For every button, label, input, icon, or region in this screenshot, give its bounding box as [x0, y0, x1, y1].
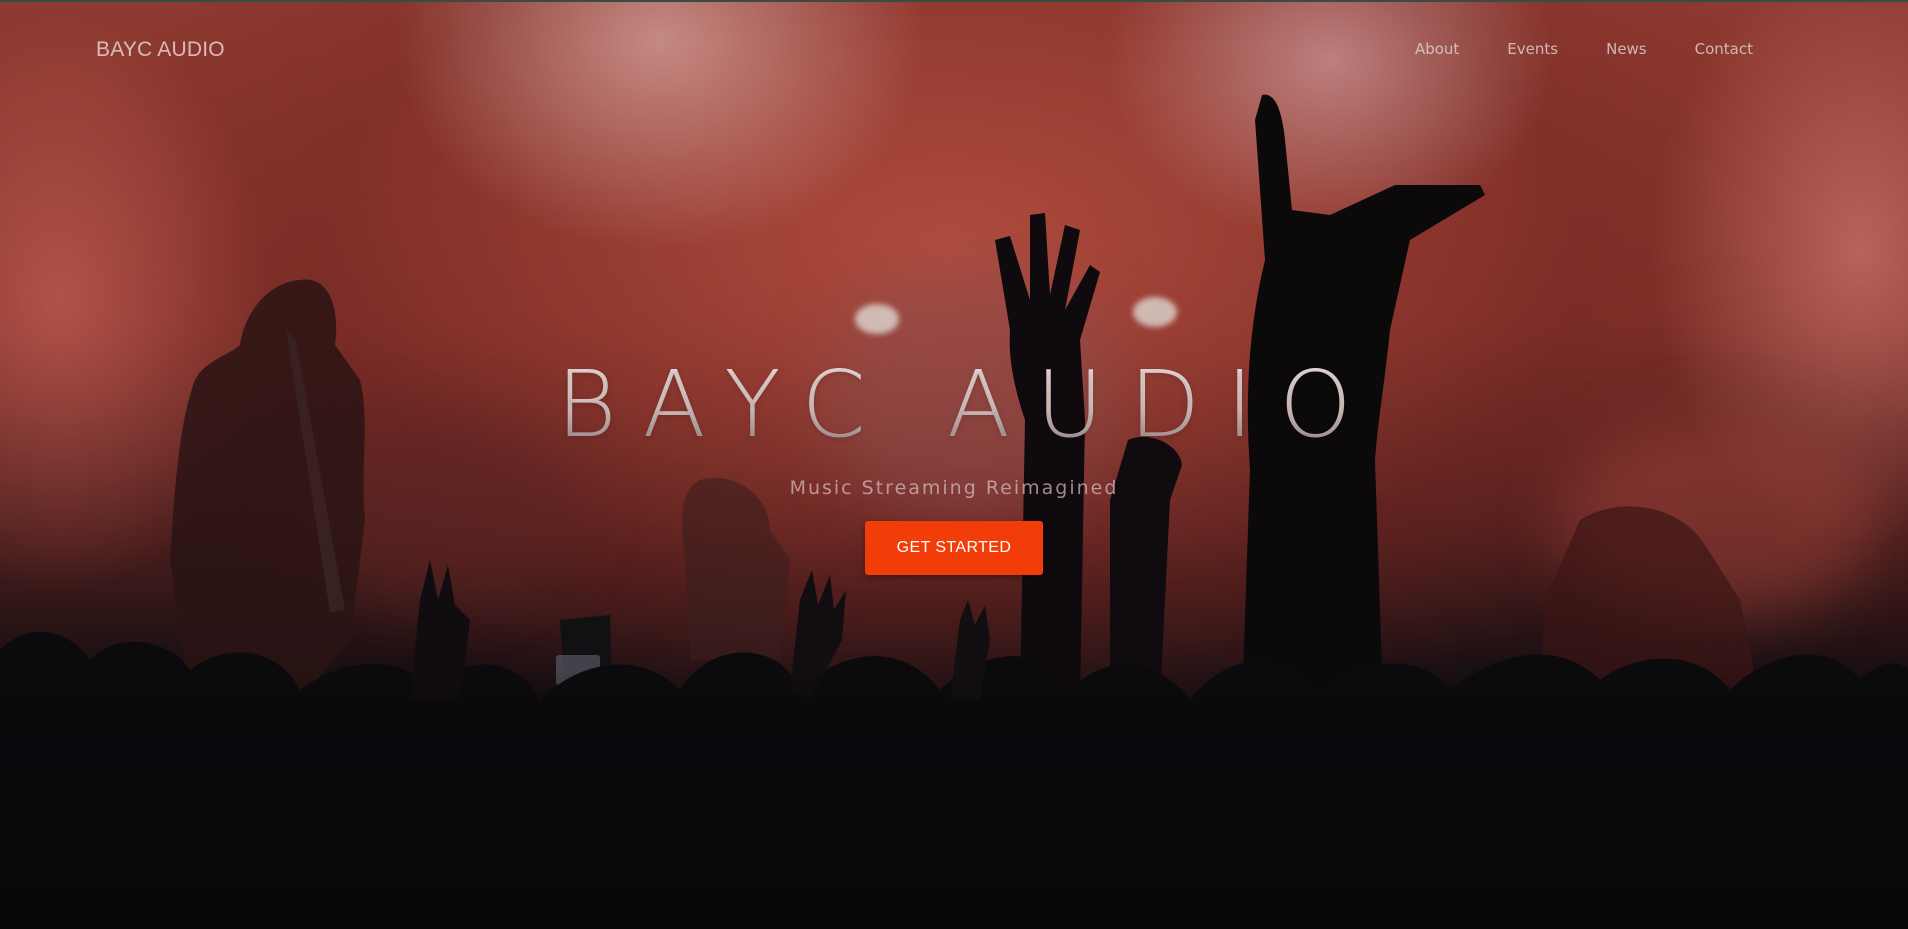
nav-link-contact[interactable]: Contact — [1695, 40, 1753, 58]
top-navbar: BAYC AUDIO About Events News Contact — [0, 0, 1908, 104]
nav-link-about[interactable]: About — [1415, 40, 1459, 58]
nav-link-events[interactable]: Events — [1507, 40, 1558, 58]
brand-logo[interactable]: BAYC AUDIO — [96, 38, 225, 62]
get-started-button[interactable]: GET STARTED — [865, 521, 1043, 575]
hero-title: BAYC AUDIO — [530, 355, 1377, 455]
nav-link-news[interactable]: News — [1606, 40, 1647, 58]
hero-subtitle: Music Streaming Reimagined — [789, 477, 1119, 499]
bottom-fade — [0, 669, 1908, 929]
hero-section: BAYC AUDIO Music Streaming Reimagined GE… — [0, 355, 1908, 575]
hero-background: BAYC AUDIO About Events News Contact BAY… — [0, 0, 1908, 929]
nav-links: About Events News Contact — [1415, 40, 1753, 58]
